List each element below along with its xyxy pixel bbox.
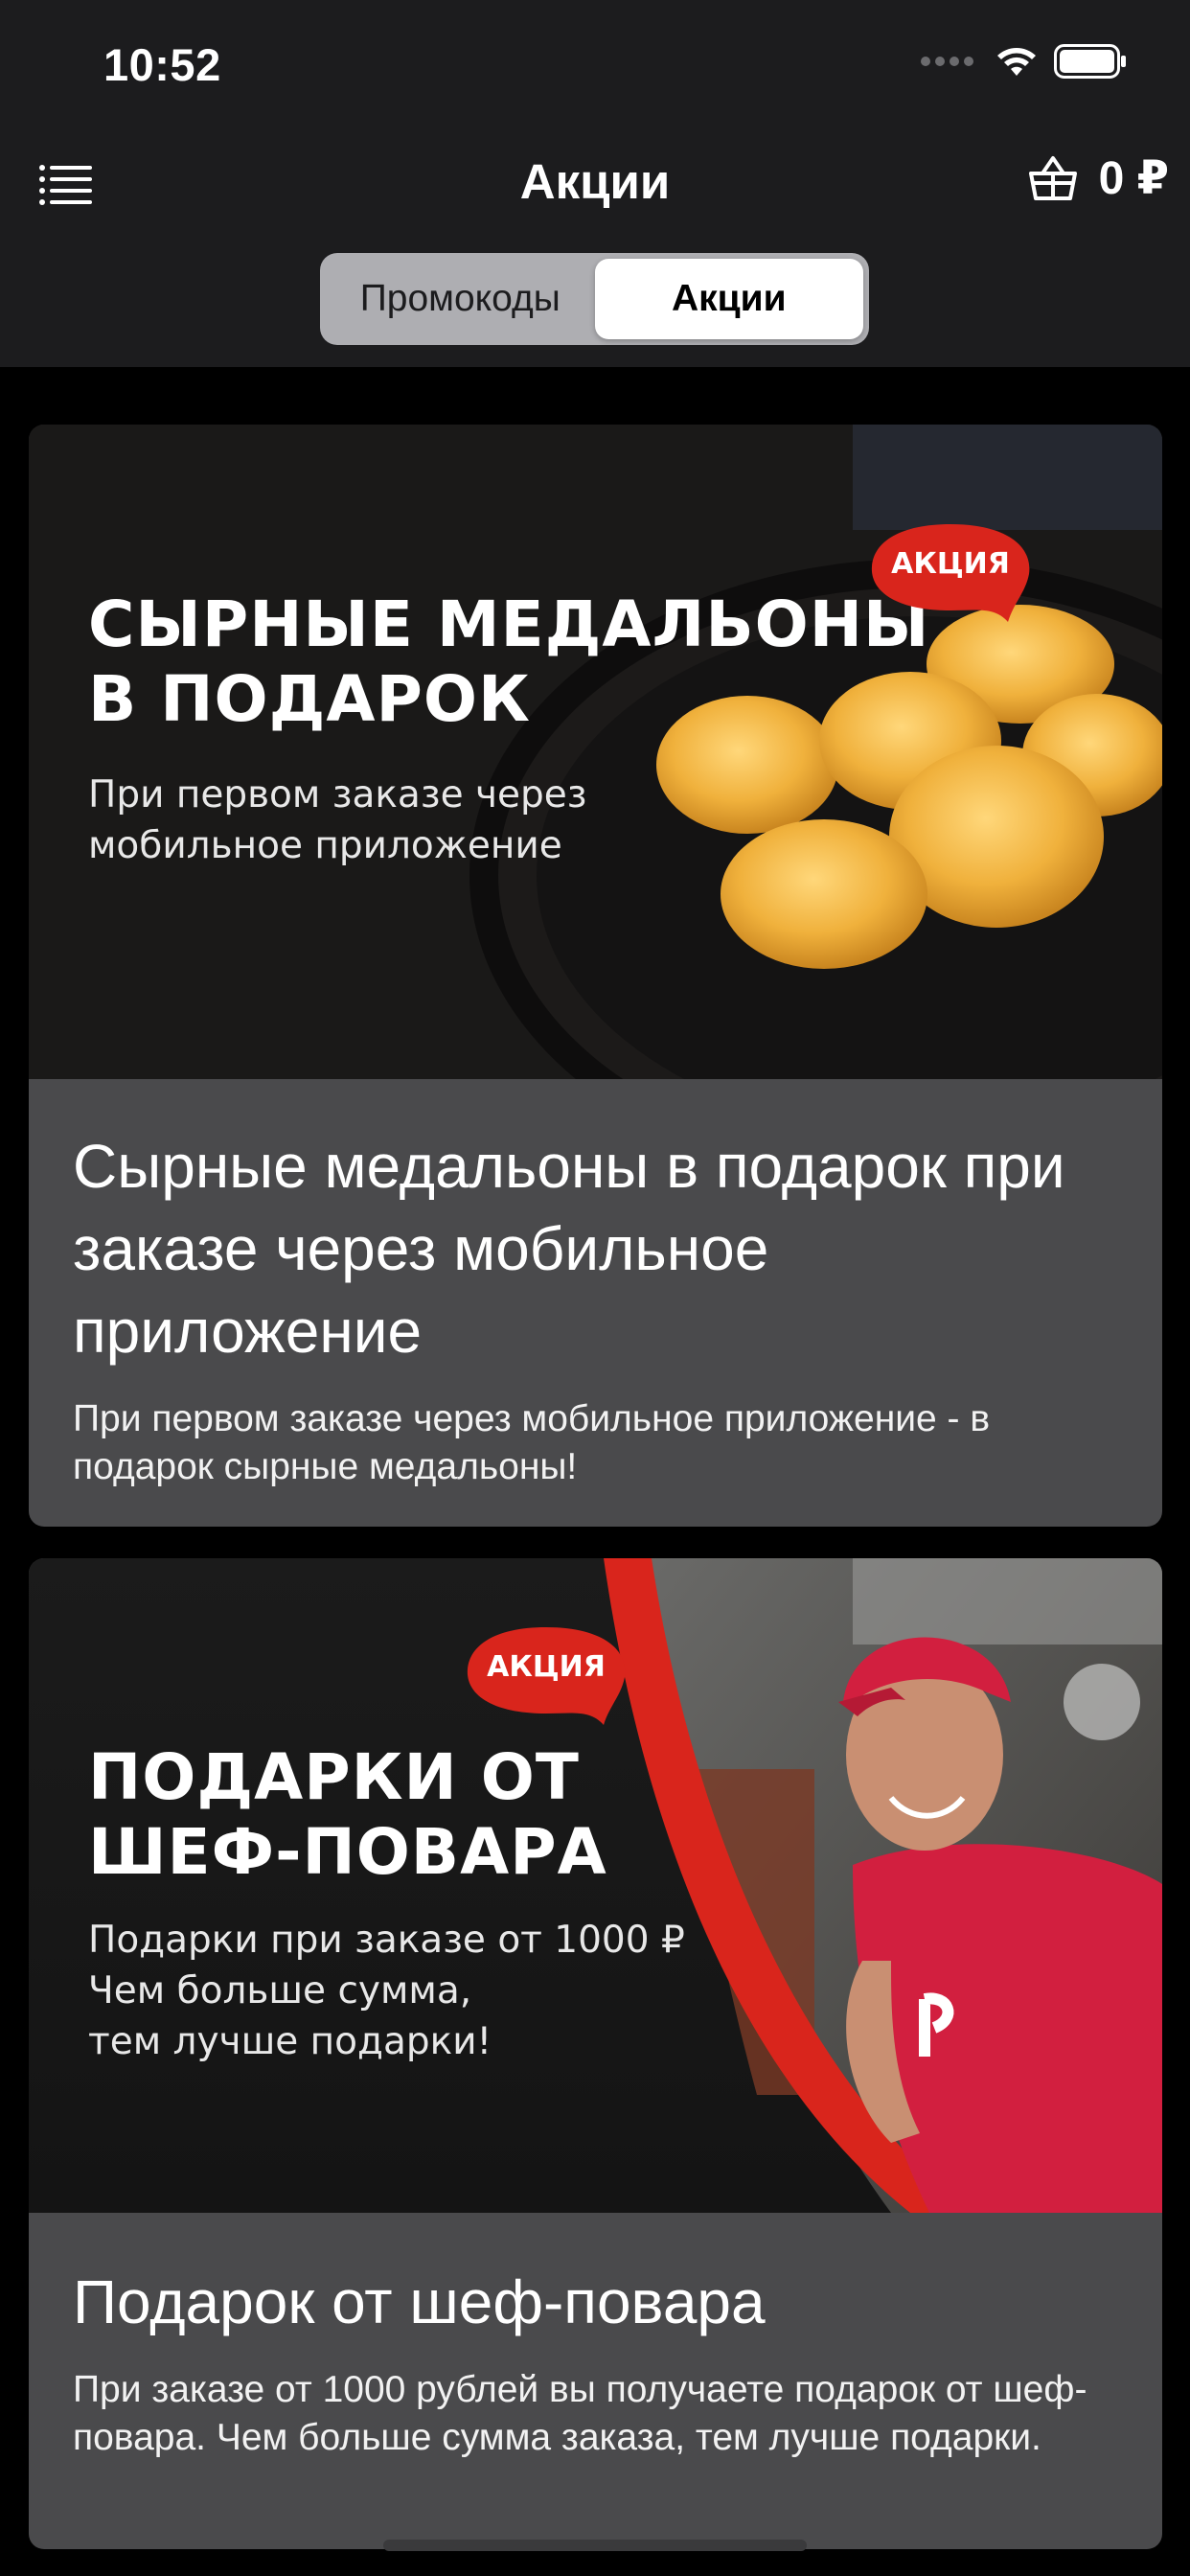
segmented-control: Промокоды Акции — [320, 253, 869, 345]
promo-badge: АКЦИЯ — [864, 518, 1037, 626]
promo-description: При заказе от 1000 рублей вы получаете п… — [73, 2369, 1087, 2458]
tab-promotions[interactable]: Акции — [594, 259, 863, 339]
home-indicator[interactable] — [383, 2540, 807, 2551]
basket-icon — [1028, 156, 1077, 200]
banner-heading-line: В ПОДАРОК — [88, 662, 531, 736]
cart-button[interactable]: 0 ₽ — [1028, 151, 1169, 205]
promo-badge-label: АКЦИЯ — [487, 1650, 606, 1684]
banner-subtitle-line: мобильное приложение — [88, 824, 562, 867]
banner-heading-line: СЫРНЫЕ МЕДАЛЬОНЫ — [88, 587, 930, 661]
header: 10:52 Акции 0 ₽ Промокоды Акции — [0, 0, 1190, 367]
tab-promocodes[interactable]: Промокоды — [326, 259, 595, 339]
promo-description: При первом заказе через мобильное прилож… — [73, 1398, 991, 1487]
battery-icon — [1054, 44, 1126, 79]
banner-heading-line: ПОДАРКИ ОТ — [88, 1740, 580, 1814]
promo-banner-image: СЫРНЫЕ МЕДАЛЬОНЫ В ПОДАРОК При первом за… — [29, 425, 1162, 1079]
promo-badge-label: АКЦИЯ — [891, 547, 1010, 581]
promo-title: Сырные медальоны в подарок при заказе че… — [73, 1132, 1065, 1366]
status-time: 10:52 — [103, 39, 221, 90]
banner-subtitle-line: Чем больше сумма, — [88, 1969, 472, 2012]
banner-heading-line: ШЕФ-ПОВАРА — [88, 1815, 607, 1889]
banner-subtitle-line: Подарки при заказе от 1000 ₽ — [88, 1919, 685, 1962]
banner-subtitle-line: тем лучше подарки! — [88, 2020, 492, 2063]
promo-title: Подарок от шеф-повара — [73, 2267, 766, 2336]
banner-subtitle-line: При первом заказе через — [88, 773, 587, 816]
cart-total: 0 ₽ — [1098, 153, 1169, 204]
promo-banner-image: АКЦИЯ ПОДАРКИ ОТ ШЕФ-ПОВАРА Подарки при … — [29, 1558, 1162, 2213]
page-title: Акции — [519, 154, 671, 209]
promo-badge: АКЦИЯ — [460, 1622, 632, 1729]
cellular-signal-icon — [921, 57, 973, 66]
promo-card[interactable]: СЫРНЫЕ МЕДАЛЬОНЫ В ПОДАРОК При первом за… — [29, 425, 1162, 1527]
status-icons — [921, 44, 1127, 79]
wifi-icon — [997, 48, 1036, 76]
promo-card[interactable]: АКЦИЯ ПОДАРКИ ОТ ШЕФ-ПОВАРА Подарки при … — [29, 1558, 1162, 2549]
